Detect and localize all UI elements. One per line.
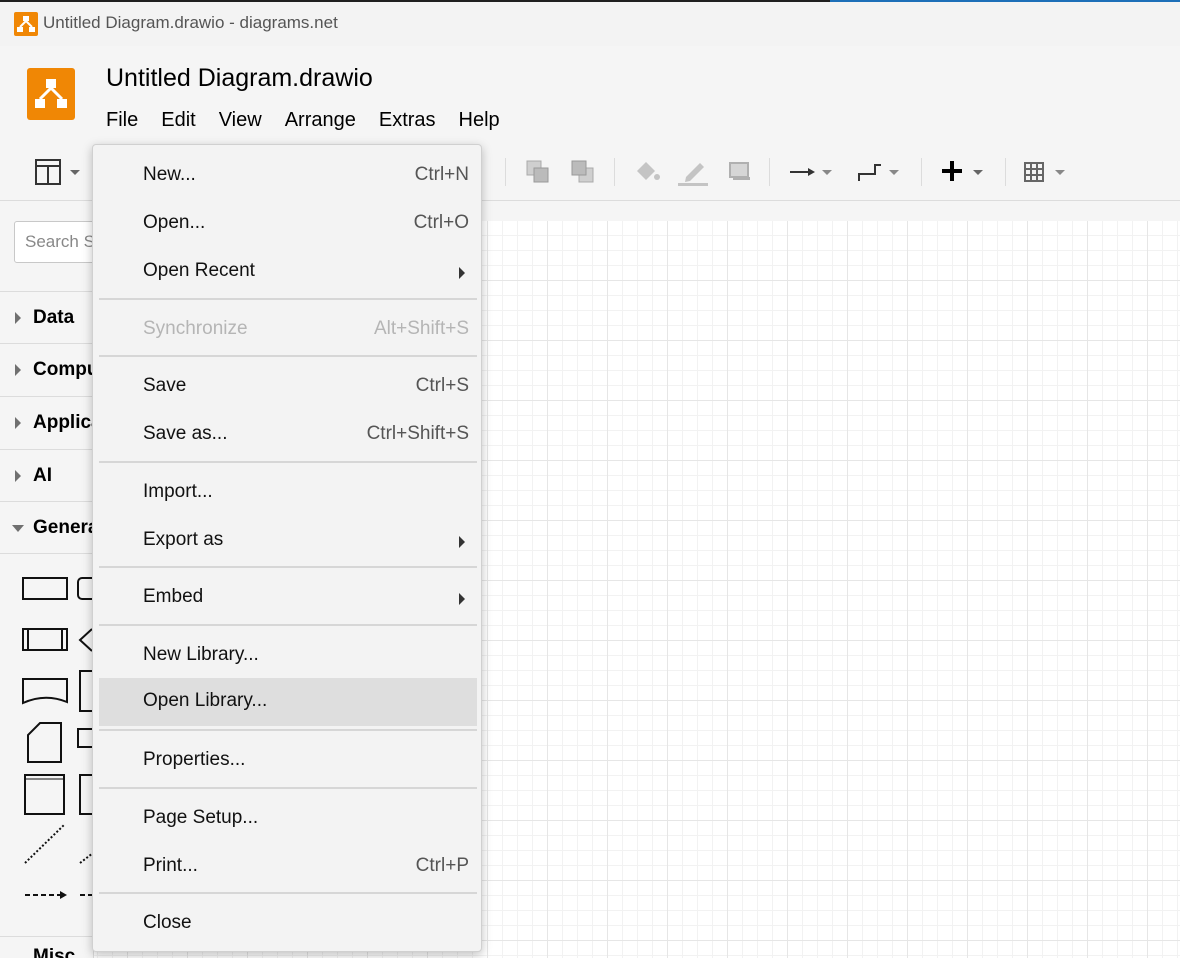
- shadow-button[interactable]: [724, 156, 754, 188]
- menu-view[interactable]: View: [219, 109, 262, 132]
- collapse-arrow-icon: [12, 525, 24, 532]
- window-titlebar: Untitled Diagram.drawio - diagrams.net: [0, 0, 1180, 46]
- waypoints-button[interactable]: [855, 156, 905, 188]
- menu-edit[interactable]: Edit: [161, 109, 195, 132]
- menu-file[interactable]: File: [106, 109, 138, 132]
- plus-icon: [942, 161, 983, 181]
- drawio-logo-icon: [14, 12, 38, 36]
- category-ai[interactable]: AI: [0, 449, 93, 502]
- window-title: Untitled Diagram.drawio - diagrams.net: [43, 13, 338, 32]
- menu-help[interactable]: Help: [459, 109, 500, 132]
- expand-arrow-icon: [15, 470, 21, 482]
- menu-arrange[interactable]: Arrange: [285, 109, 356, 132]
- app-header: Untitled Diagram.drawio File Edit View A…: [0, 46, 1180, 144]
- expand-arrow-icon: [15, 364, 21, 376]
- menu-item-new[interactable]: New... Ctrl+N: [99, 152, 477, 200]
- waypoint-icon: [858, 164, 899, 181]
- table-icon: [1024, 162, 1065, 182]
- submenu-arrow-icon: [459, 267, 465, 279]
- insert-button[interactable]: [940, 156, 990, 188]
- menu-item-open-library[interactable]: Open Library...: [99, 678, 477, 726]
- paint-bucket-icon: [637, 162, 660, 180]
- arrow-right-icon: [790, 168, 832, 176]
- top-edge-accent: [830, 0, 1180, 2]
- connection-style-button[interactable]: [788, 156, 838, 188]
- to-back-button[interactable]: [569, 156, 597, 188]
- to-front-icon: [526, 160, 549, 183]
- file-menu: New... Ctrl+N Open... Ctrl+O Open Recent…: [92, 144, 482, 952]
- fill-color-button[interactable]: [632, 156, 662, 188]
- menu-item-new-library[interactable]: New Library...: [99, 632, 477, 680]
- menu-item-open[interactable]: Open... Ctrl+O: [99, 200, 477, 248]
- menu-item-print[interactable]: Print... Ctrl+P: [99, 843, 477, 891]
- expand-arrow-icon: [15, 417, 21, 429]
- line-color-button[interactable]: [676, 156, 710, 188]
- submenu-arrow-icon: [459, 536, 465, 548]
- menubar: File Edit View Arrange Extras Help: [106, 109, 523, 132]
- menu-extras[interactable]: Extras: [379, 109, 436, 132]
- category-data[interactable]: Data: [0, 291, 93, 344]
- category-general[interactable]: General: [0, 501, 93, 554]
- menu-item-synchronize: Synchronize Alt+Shift+S: [143, 318, 469, 339]
- format-panel-button[interactable]: [34, 156, 86, 188]
- search-shapes-input[interactable]: Search Shapes: [14, 221, 93, 263]
- menu-item-export-as[interactable]: Export as: [99, 517, 477, 565]
- menu-item-open-recent[interactable]: Open Recent: [99, 248, 477, 296]
- menu-item-embed[interactable]: Embed: [99, 574, 477, 622]
- general-shapes-palette[interactable]: [20, 575, 93, 905]
- menu-item-save[interactable]: Save Ctrl+S: [99, 363, 477, 411]
- to-back-icon: [571, 160, 594, 183]
- document-title[interactable]: Untitled Diagram.drawio: [106, 64, 373, 93]
- panel-layout-icon: [35, 159, 80, 185]
- menu-item-properties[interactable]: Properties...: [99, 737, 477, 785]
- menu-item-import[interactable]: Import...: [99, 469, 477, 517]
- category-application[interactable]: Application: [0, 396, 93, 449]
- menu-item-save-as[interactable]: Save as... Ctrl+Shift+S: [99, 411, 477, 459]
- category-computer[interactable]: Computer: [0, 343, 93, 396]
- category-misc[interactable]: Misc: [0, 936, 93, 958]
- expand-arrow-icon: [15, 312, 21, 324]
- app-logo-icon: [27, 68, 75, 120]
- menu-item-close[interactable]: Close: [99, 900, 477, 948]
- shadow-icon: [729, 162, 750, 180]
- table-button[interactable]: [1023, 156, 1073, 188]
- submenu-arrow-icon: [459, 593, 465, 605]
- to-front-button[interactable]: [524, 156, 552, 188]
- shapes-sidebar: Search Shapes Data Computer Application …: [0, 201, 94, 958]
- menu-item-page-setup[interactable]: Page Setup...: [99, 795, 477, 843]
- pencil-icon: [678, 163, 708, 186]
